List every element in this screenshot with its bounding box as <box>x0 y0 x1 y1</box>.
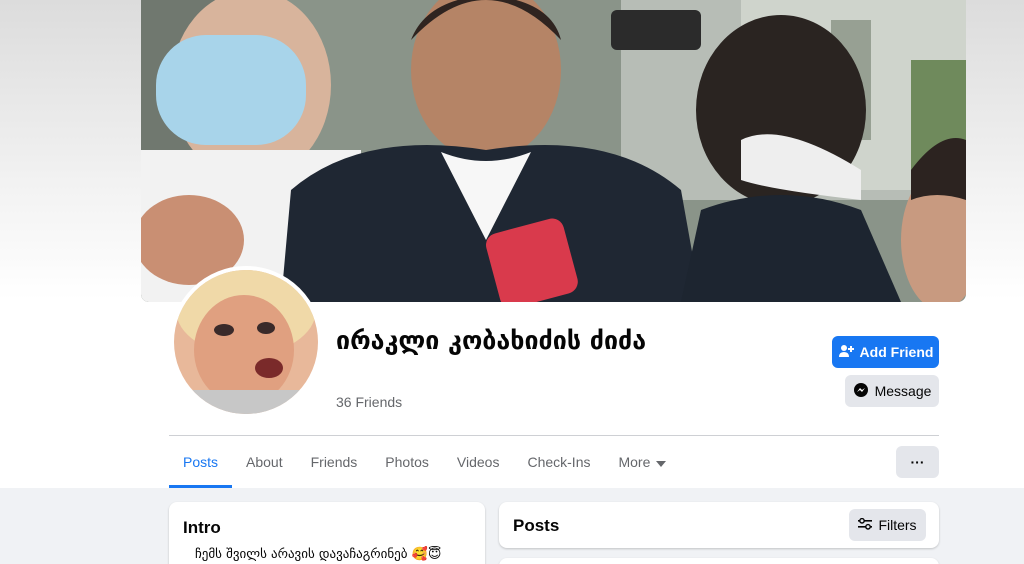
cover-photo[interactable] <box>141 0 966 302</box>
tab-posts[interactable]: Posts <box>169 436 233 488</box>
intro-title: Intro <box>183 518 221 537</box>
intro-bio: ჩემს შვილს არავის დავაჩაგრინებ 🥰😇 <box>195 547 442 562</box>
message-label: Message <box>874 383 932 399</box>
profile-more-options-button[interactable]: ··· <box>896 446 939 478</box>
posts-title: Posts <box>513 516 560 535</box>
messenger-icon <box>853 382 869 401</box>
caret-down-icon <box>656 454 667 470</box>
tab-label: Friends <box>310 454 358 470</box>
tab-label: More <box>618 454 651 470</box>
tab-more[interactable]: More <box>604 436 680 488</box>
profile-tabs: Posts About Friends Photos Videos Check-… <box>169 436 680 488</box>
tab-photos[interactable]: Photos <box>371 436 443 488</box>
profile-name: ირაკლი კობახიძის ძიძა <box>336 326 647 355</box>
add-friend-button[interactable]: Add Friend <box>832 336 939 368</box>
post-card <box>499 558 939 564</box>
friends-count[interactable]: 36 Friends <box>336 394 402 410</box>
tab-videos[interactable]: Videos <box>443 436 514 488</box>
tab-label: Photos <box>385 454 429 470</box>
tab-check-ins[interactable]: Check-Ins <box>513 436 604 488</box>
profile-avatar[interactable] <box>170 266 322 418</box>
message-button[interactable]: Message <box>845 375 939 407</box>
tab-label: About <box>246 454 283 470</box>
tab-label: Videos <box>456 454 500 470</box>
sliders-icon <box>858 517 873 533</box>
filters-button[interactable]: Filters <box>849 509 926 541</box>
tab-friends[interactable]: Friends <box>297 436 372 488</box>
filters-label: Filters <box>878 517 917 533</box>
tab-label: Posts <box>183 454 219 470</box>
ellipsis-icon: ··· <box>910 454 925 470</box>
add-person-icon <box>838 343 854 362</box>
intro-card: Intro ჩემს შვილს არავის დავაჩაგრინებ 🥰😇 <box>169 502 485 564</box>
tab-about[interactable]: About <box>232 436 297 488</box>
add-friend-label: Add Friend <box>859 344 934 360</box>
posts-header-card: Posts Filters <box>499 502 939 548</box>
tab-label: Check-Ins <box>527 454 591 470</box>
